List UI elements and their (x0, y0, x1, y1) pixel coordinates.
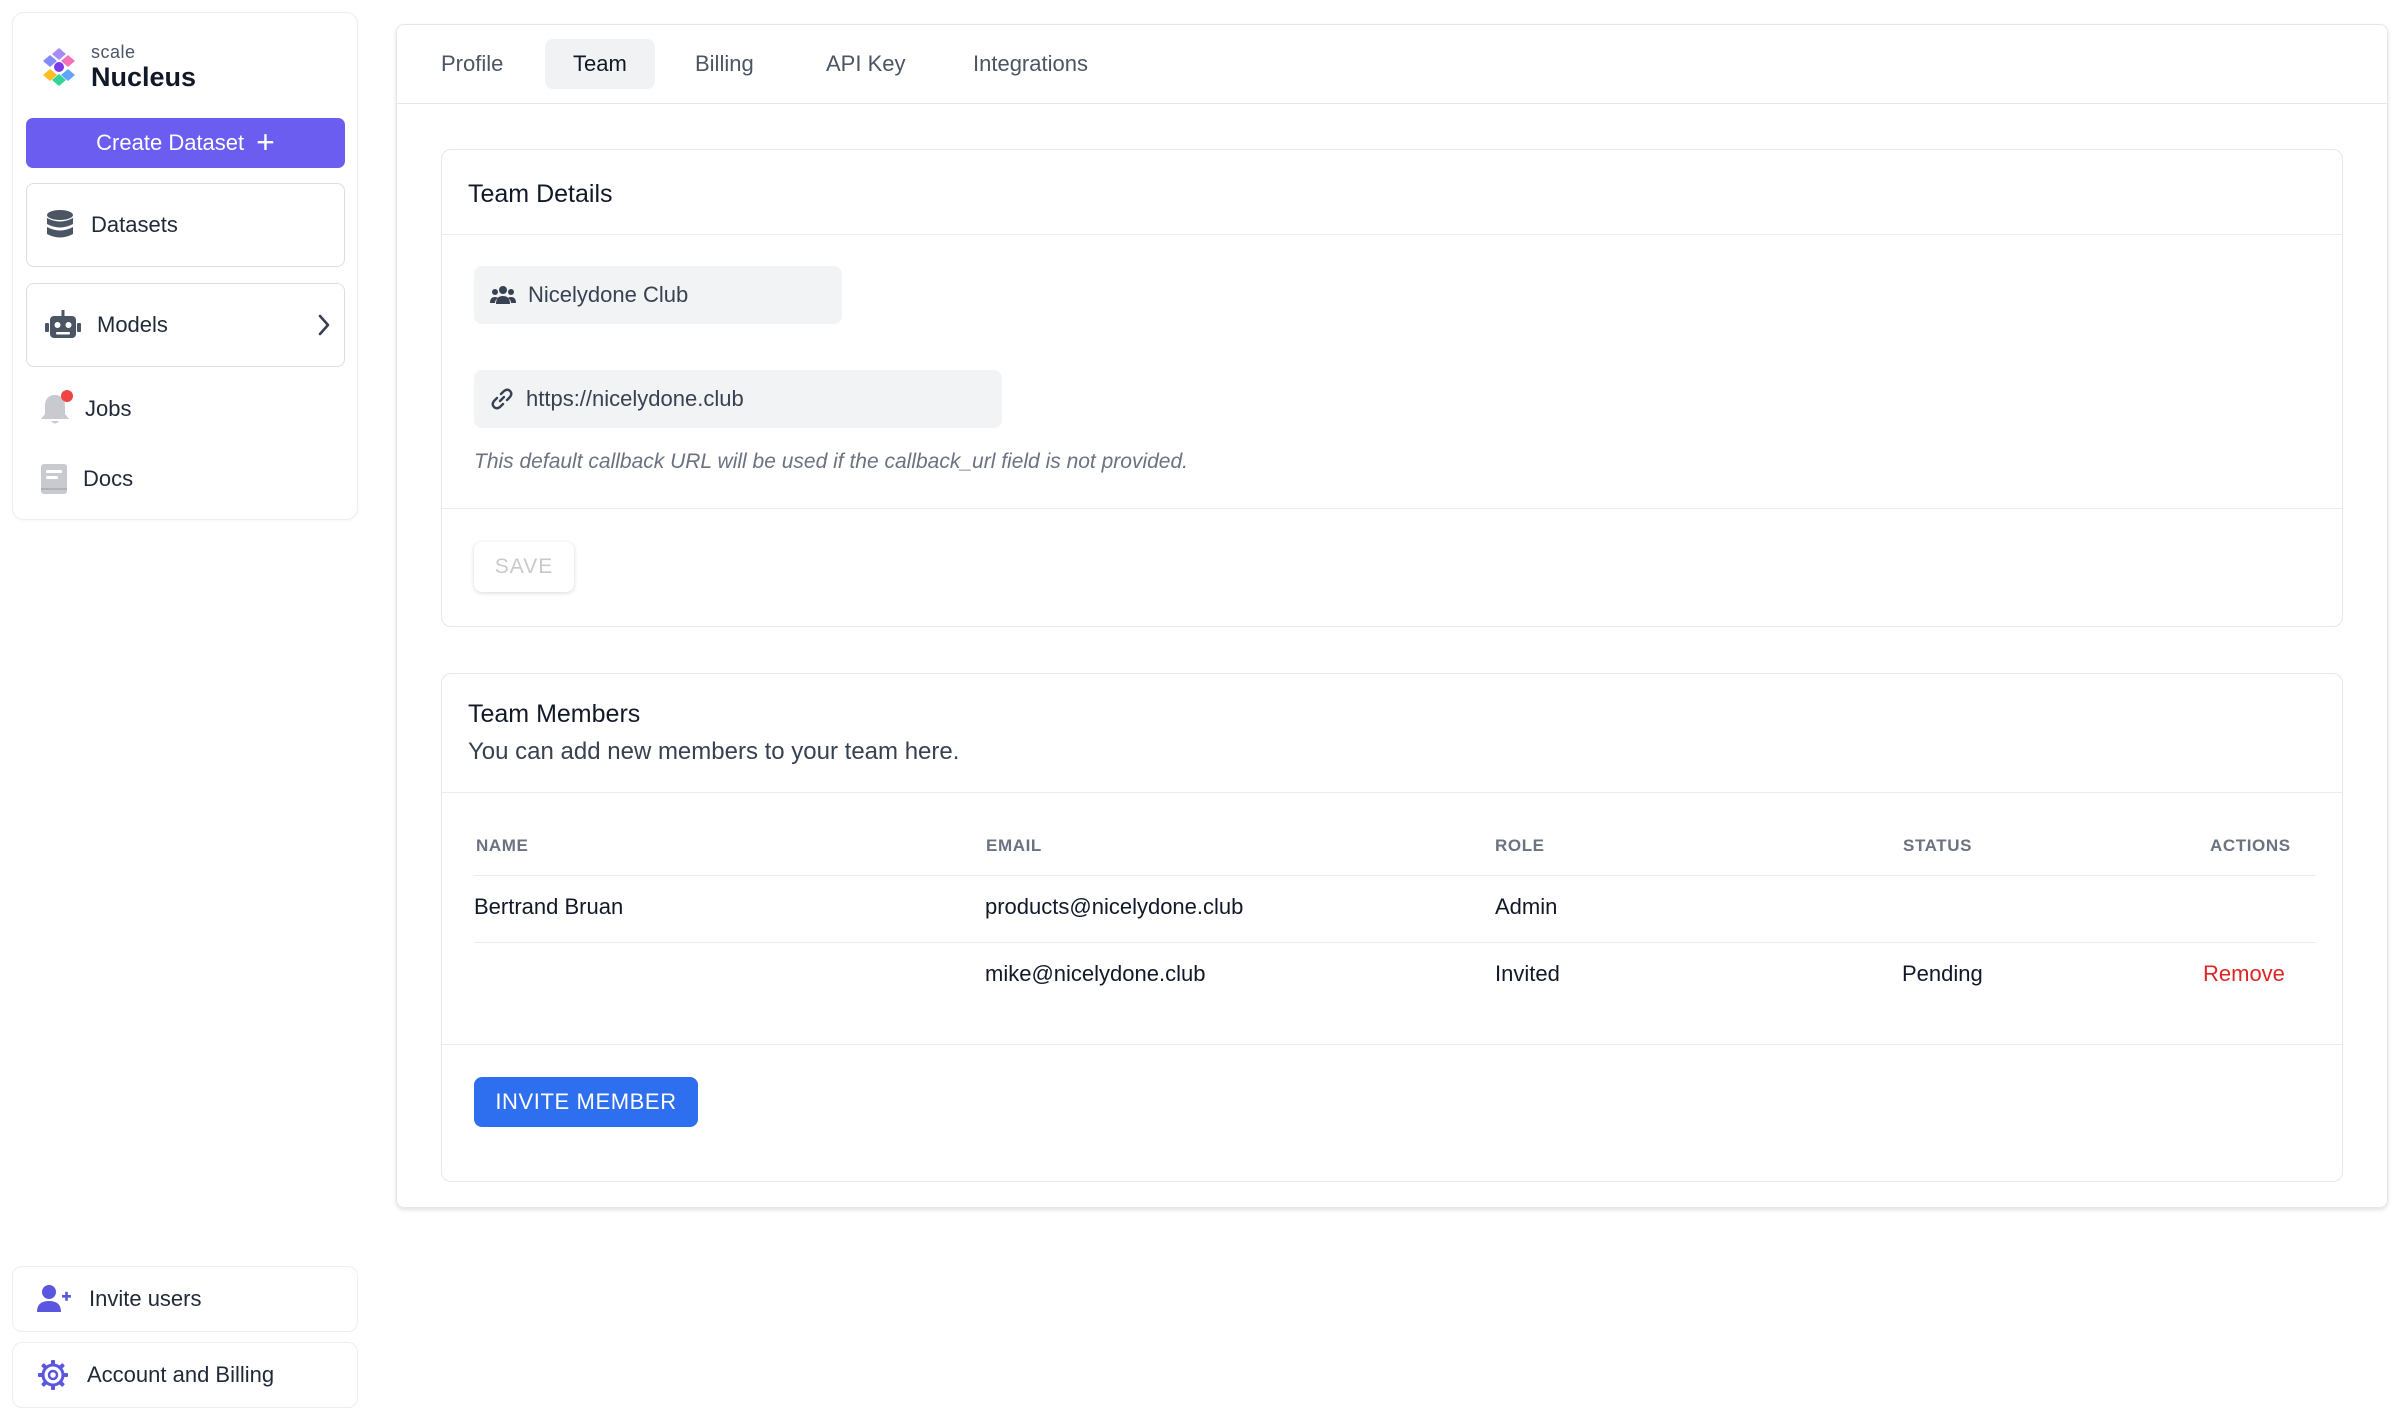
brand-small-text: scale (91, 42, 136, 62)
callback-url-hint: This default callback URL will be used i… (474, 450, 1188, 473)
divider (442, 234, 2342, 235)
save-button[interactable]: SAVE (474, 542, 574, 592)
plus-icon: + (256, 123, 275, 160)
row-divider (474, 875, 2316, 876)
callback-url-field[interactable]: https://nicelydone.club (474, 370, 1002, 428)
database-icon (47, 210, 73, 238)
team-details-card: Team Details Nicelydone Club https://nic… (441, 149, 2343, 627)
jobs-icon-wrap (39, 390, 73, 426)
gear-icon (38, 1360, 68, 1390)
user-plus-icon (37, 1285, 71, 1312)
member-role: Admin (1495, 894, 1558, 919)
sidebar-item-label: Datasets (91, 212, 178, 237)
notification-dot (61, 390, 73, 402)
brand-logo[interactable]: scale Nucleus (37, 37, 196, 97)
invite-users-button[interactable]: Invite users (12, 1266, 358, 1332)
sidebar-item-label: Models (97, 312, 168, 337)
link-icon (491, 388, 513, 410)
tab-team[interactable]: Team (545, 39, 655, 89)
main-panel: Profile Team Billing API Key Integration… (396, 24, 2388, 1208)
column-header-status: STATUS (1903, 836, 1973, 855)
tab-integrations[interactable]: Integrations (945, 39, 1116, 89)
account-billing-label: Account and Billing (87, 1362, 275, 1387)
sidebar-item-label: Jobs (85, 396, 132, 421)
sidebar-item-docs[interactable]: Docs (39, 454, 133, 504)
sidebar: scale Nucleus Create Dataset + Datasets … (12, 12, 358, 520)
callback-url-value: https://nicelydone.club (526, 386, 744, 411)
book-icon (41, 464, 67, 494)
tab-billing[interactable]: Billing (667, 39, 782, 89)
tab-profile[interactable]: Profile (413, 39, 531, 89)
nucleus-logo-icon (43, 48, 75, 86)
sidebar-item-models[interactable]: Models (26, 283, 345, 367)
team-members-subtitle: You can add new members to your team her… (468, 738, 960, 765)
account-billing-button[interactable]: Account and Billing (12, 1342, 358, 1408)
column-header-actions: ACTIONS (2210, 836, 2291, 855)
tab-bar: Profile Team Billing API Key Integration… (397, 25, 2387, 104)
divider (442, 508, 2342, 509)
sidebar-item-datasets[interactable]: Datasets (26, 183, 345, 267)
create-dataset-button[interactable]: Create Dataset + (26, 118, 345, 168)
sidebar-item-label: Docs (83, 466, 134, 491)
chevron-right-icon (318, 314, 330, 336)
invite-member-button[interactable]: INVITE MEMBER (474, 1077, 698, 1127)
member-email: products@nicelydone.club (985, 894, 1244, 919)
tab-api-key[interactable]: API Key (798, 39, 933, 89)
team-details-title: Team Details (468, 180, 613, 208)
column-header-email: EMAIL (986, 836, 1042, 855)
sidebar-item-jobs[interactable]: Jobs (39, 384, 131, 434)
team-members-card: Team Members You can add new members to … (441, 673, 2343, 1182)
member-role: Invited (1495, 961, 1560, 986)
column-header-role: ROLE (1495, 836, 1545, 855)
robot-icon (45, 310, 81, 338)
member-email: mike@nicelydone.club (985, 961, 1206, 986)
row-divider (474, 942, 2316, 943)
team-name-value: Nicelydone Club (528, 282, 689, 307)
member-status: Pending (1902, 961, 1983, 986)
users-icon (490, 286, 516, 304)
member-name: Bertrand Bruan (474, 894, 624, 919)
team-name-field[interactable]: Nicelydone Club (474, 266, 842, 324)
create-dataset-label: Create Dataset (96, 130, 245, 155)
brand-name: Nucleus (91, 62, 197, 92)
column-header-name: NAME (476, 836, 529, 855)
team-members-title: Team Members (468, 700, 641, 728)
divider (442, 792, 2342, 793)
invite-users-label: Invite users (89, 1286, 202, 1311)
remove-member-link[interactable]: Remove (2203, 961, 2285, 987)
divider (442, 1044, 2342, 1045)
